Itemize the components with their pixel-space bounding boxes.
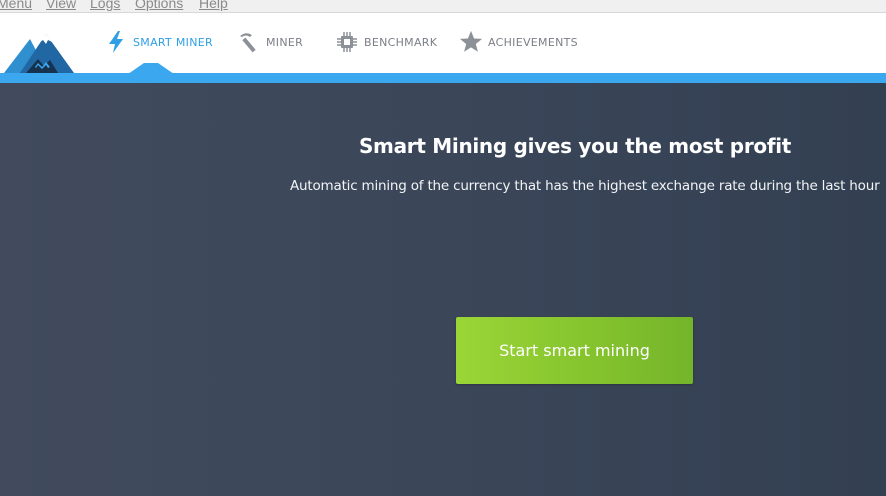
accent-bar (0, 73, 886, 83)
main-panel: Smart Mining gives you the most profit A… (0, 83, 886, 496)
tab-benchmark[interactable]: BENCHMARK (335, 29, 437, 55)
menu-item-logs[interactable]: Logs (90, 0, 120, 11)
menu-bar: Menu View Logs Options Help (0, 0, 886, 13)
star-icon (459, 30, 483, 54)
menu-item-options[interactable]: Options (135, 0, 183, 11)
menu-item-view[interactable]: View (46, 0, 76, 11)
tab-label: BENCHMARK (364, 35, 438, 49)
page-title: Smart Mining gives you the most profit (358, 134, 792, 158)
pickaxe-icon (237, 30, 261, 54)
lightning-icon (104, 30, 128, 54)
tab-label: SMART MINER (133, 35, 213, 49)
tab-label: MINER (266, 35, 304, 49)
start-smart-mining-button[interactable]: Start smart mining (456, 317, 693, 384)
menu-item-help[interactable]: Help (199, 0, 228, 11)
tab-achievements[interactable]: ACHIEVEMENTS (459, 29, 578, 55)
page-description: Automatic mining of the currency that ha… (290, 178, 880, 194)
menu-item-menu[interactable]: Menu (0, 0, 32, 11)
active-tab-indicator (128, 63, 174, 74)
tab-label: ACHIEVEMENTS (488, 35, 578, 49)
tab-miner[interactable]: MINER (237, 29, 303, 55)
tab-smart-miner[interactable]: SMART MINER (104, 29, 213, 55)
chip-icon (335, 30, 359, 54)
